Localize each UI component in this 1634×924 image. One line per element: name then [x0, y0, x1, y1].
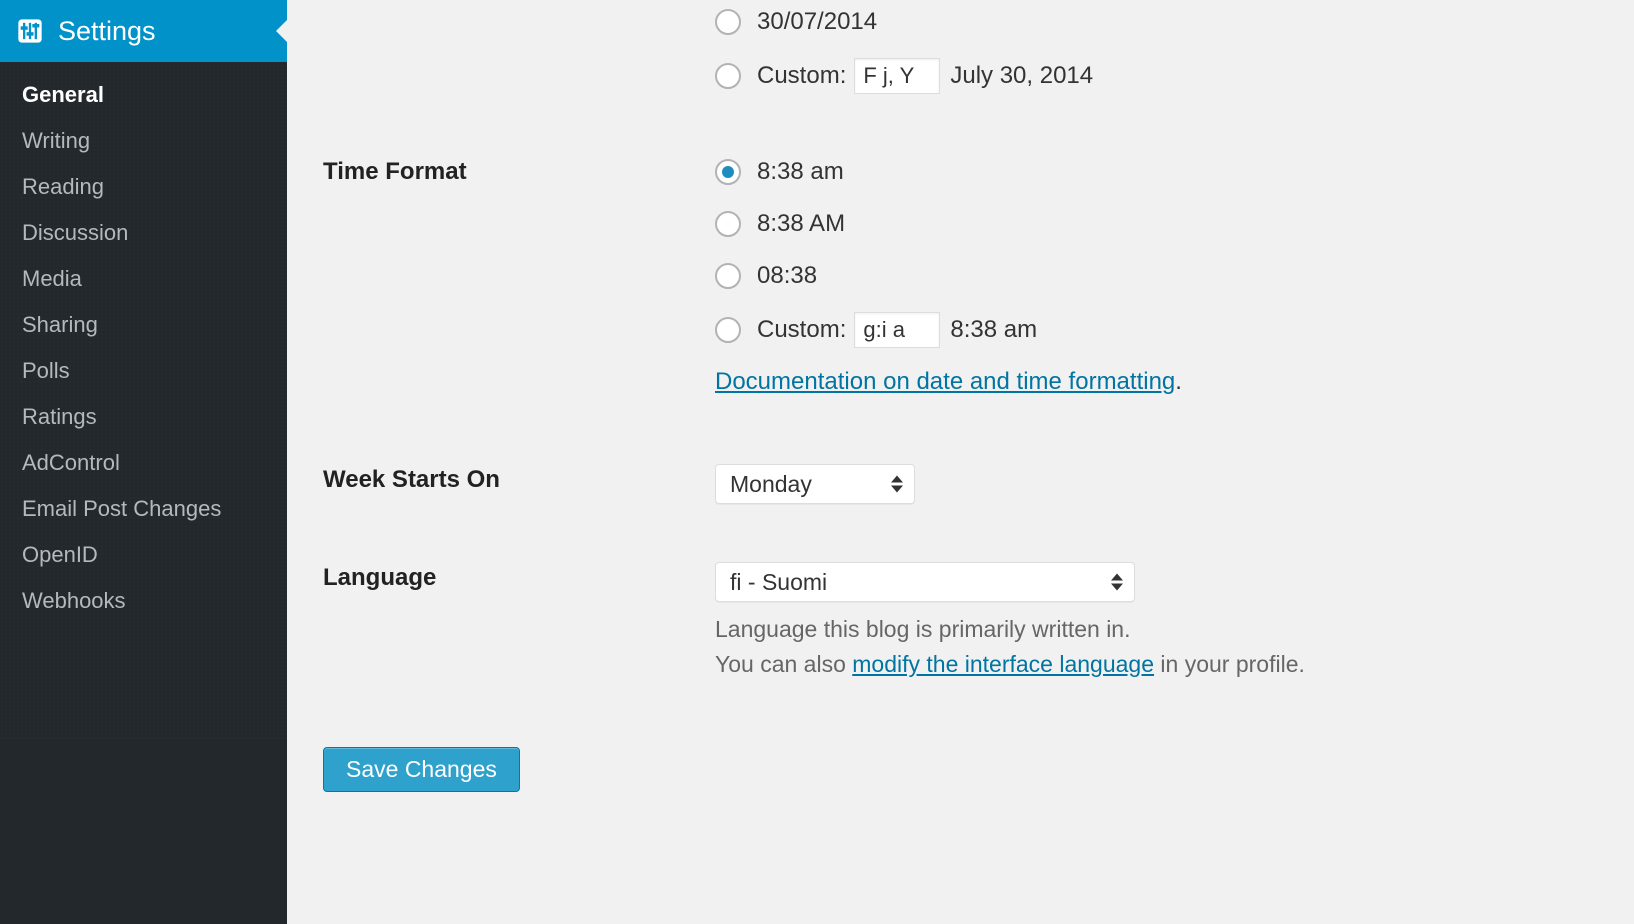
time-format-radio-Hi[interactable]	[715, 263, 741, 289]
sliders-icon	[16, 17, 44, 45]
sidebar-item-label: Webhooks	[22, 588, 126, 613]
date-format-radio-ddmmyyyy[interactable]	[715, 9, 741, 35]
language-select[interactable]: fi - Suomi	[715, 562, 1135, 602]
language-helper-suffix: in your profile.	[1154, 651, 1305, 677]
language-helper-line1: Language this blog is primarily written …	[715, 612, 1598, 647]
sidebar-item-label: Ratings	[22, 404, 97, 429]
date-format-option-label: 30/07/2014	[757, 8, 877, 36]
time-format-option-label: 8:38 AM	[757, 210, 845, 238]
sidebar-item-polls[interactable]: Polls	[0, 348, 287, 394]
week-starts-on-label: Week Starts On	[323, 464, 715, 494]
date-format-custom-input[interactable]	[854, 58, 940, 94]
sidebar-item-label: General	[22, 82, 104, 107]
sidebar-item-openid[interactable]: OpenID	[0, 532, 287, 578]
admin-sidebar: Settings General Writing Reading Discuss…	[0, 0, 287, 924]
sidebar-item-discussion[interactable]: Discussion	[0, 210, 287, 256]
sidebar-item-label: Reading	[22, 174, 104, 199]
sidebar-item-general[interactable]: General	[0, 72, 287, 118]
sidebar-item-label: Polls	[22, 358, 70, 383]
sidebar-item-webhooks[interactable]: Webhooks	[0, 578, 287, 624]
time-format-option-label: 8:38 am	[757, 158, 844, 186]
sidebar-item-label: Discussion	[22, 220, 128, 245]
time-format-option-label: 08:38	[757, 262, 817, 290]
sidebar-item-label: Sharing	[22, 312, 98, 337]
sidebar-header-label: Settings	[58, 16, 156, 47]
time-format-custom-label: Custom:	[757, 316, 846, 344]
time-format-radio-giA[interactable]	[715, 211, 741, 237]
sidebar-item-sharing[interactable]: Sharing	[0, 302, 287, 348]
language-helper-prefix: You can also	[715, 651, 852, 677]
time-format-custom-preview: 8:38 am	[950, 316, 1037, 344]
time-format-custom-input[interactable]	[854, 312, 940, 348]
time-format-label: Time Format	[323, 156, 715, 186]
settings-general-form: 30/07/2014 Custom: July 30, 2014 Time Fo…	[287, 0, 1634, 924]
sidebar-item-label: OpenID	[22, 542, 98, 567]
sidebar-item-media[interactable]: Media	[0, 256, 287, 302]
date-format-custom-preview: July 30, 2014	[950, 62, 1093, 90]
sidebar-item-label: Media	[22, 266, 82, 291]
sidebar-item-adcontrol[interactable]: AdControl	[0, 440, 287, 486]
date-time-docs-link[interactable]: Documentation on date and time formattin…	[715, 368, 1175, 395]
sidebar-empty-area	[0, 740, 287, 924]
date-format-custom-label: Custom:	[757, 62, 846, 90]
week-starts-on-select[interactable]: Monday	[715, 464, 915, 504]
sidebar-item-label: AdControl	[22, 450, 120, 475]
sidebar-item-ratings[interactable]: Ratings	[0, 394, 287, 440]
sidebar-header-settings[interactable]: Settings	[0, 0, 287, 62]
sidebar-item-label: Email Post Changes	[22, 496, 221, 521]
language-label: Language	[323, 562, 715, 592]
time-format-radio-custom[interactable]	[715, 317, 741, 343]
sidebar-item-reading[interactable]: Reading	[0, 164, 287, 210]
time-format-radio-gia[interactable]	[715, 159, 741, 185]
doc-link-period: .	[1175, 368, 1182, 395]
sidebar-item-email-post-changes[interactable]: Email Post Changes	[0, 486, 287, 532]
sidebar-item-writing[interactable]: Writing	[0, 118, 287, 164]
sidebar-item-label: Writing	[22, 128, 90, 153]
settings-submenu: General Writing Reading Discussion Media…	[0, 62, 287, 630]
modify-interface-language-link[interactable]: modify the interface language	[852, 651, 1154, 677]
save-changes-button[interactable]: Save Changes	[323, 747, 520, 792]
date-format-radio-custom[interactable]	[715, 63, 741, 89]
